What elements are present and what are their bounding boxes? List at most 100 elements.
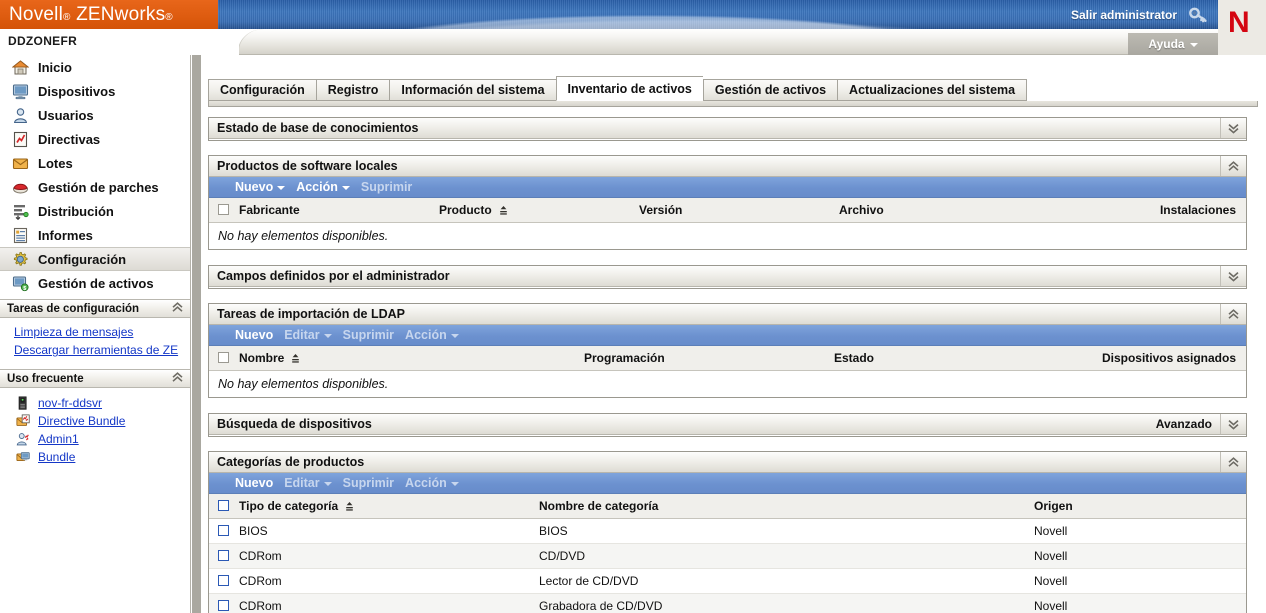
- sidebar-item-0[interactable]: Inicio: [0, 55, 190, 79]
- tab-strip-underline: [208, 101, 1258, 107]
- panel-header[interactable]: Estado de base de conocimientos: [209, 118, 1246, 139]
- sidebar-item-3[interactable]: Directivas: [0, 127, 190, 151]
- toolbar-item-suprimir[interactable]: Suprimir: [361, 180, 412, 194]
- table-row[interactable]: CDRom CD/DVD Novell: [209, 543, 1246, 569]
- panel-header[interactable]: Tareas de importación de LDAP: [209, 304, 1246, 325]
- product-categories-table: Tipo de categoría Nombre de categoría Or…: [209, 494, 1246, 613]
- brand-registered-mark-2: ®: [165, 12, 173, 23]
- panel-header[interactable]: Campos definidos por el administrador: [209, 266, 1246, 287]
- table-header-row: Fabricante Producto Versión Archivo Inst…: [209, 198, 1246, 223]
- toolbar-item-editar[interactable]: Editar: [284, 328, 332, 342]
- sort-ascending-icon: [499, 206, 507, 215]
- select-all-checkbox[interactable]: [218, 352, 229, 364]
- column-header-instalaciones[interactable]: Instalaciones: [1139, 198, 1246, 223]
- sidebar-item-6[interactable]: Distribución: [0, 199, 190, 223]
- collapse-section-icon[interactable]: [171, 371, 184, 386]
- column-header-nombre-de-categoria[interactable]: Nombre de categoría: [539, 494, 1034, 519]
- expand-panel-icon[interactable]: [1220, 414, 1246, 434]
- collapse-panel-icon[interactable]: [1220, 452, 1246, 472]
- logout-link[interactable]: Salir administrator: [1071, 8, 1177, 22]
- tab-4[interactable]: Gestión de activos: [702, 79, 838, 101]
- toolbar-item-acción[interactable]: Acción: [405, 328, 459, 342]
- frequent-use-item-0[interactable]: nov-fr-ddsvr: [0, 394, 190, 412]
- toolbar-item-acción[interactable]: Acción: [405, 476, 459, 490]
- column-header-tipo-de-categoria[interactable]: Tipo de categoría: [239, 494, 539, 519]
- collapse-panel-icon[interactable]: [1220, 304, 1246, 324]
- sidebar-item-4[interactable]: Lotes: [0, 151, 190, 175]
- column-header-archivo[interactable]: Archivo: [839, 198, 1139, 223]
- toolbar-item-suprimir[interactable]: Suprimir: [343, 476, 394, 490]
- table-row[interactable]: CDRom Lector de CD/DVD Novell: [209, 568, 1246, 594]
- sidebar-item-5[interactable]: Gestión de parches: [0, 175, 190, 199]
- sidebar-item-2[interactable]: Usuarios: [0, 103, 190, 127]
- collapse-panel-icon[interactable]: [1220, 156, 1246, 176]
- tab-0[interactable]: Configuración: [208, 79, 316, 101]
- panel-header[interactable]: Búsqueda de dispositivos Avanzado: [209, 414, 1246, 435]
- collapse-section-icon[interactable]: [171, 301, 184, 316]
- toolbar-item-label: Acción: [296, 180, 338, 194]
- chevron-down-icon: [323, 482, 332, 486]
- column-header-origen[interactable]: Origen: [1034, 494, 1246, 519]
- table-row[interactable]: BIOS BIOS Novell: [209, 518, 1246, 544]
- toolbar-item-label: Nuevo: [235, 476, 274, 490]
- row-checkbox[interactable]: [218, 575, 229, 586]
- config-task-link-1[interactable]: Descargar herramientas de ZE: [14, 341, 190, 359]
- select-all-checkbox[interactable]: [218, 500, 229, 512]
- tab-1[interactable]: Registro: [315, 79, 390, 101]
- chevron-down-icon: [341, 186, 350, 190]
- toolbar-item-label: Suprimir: [342, 328, 395, 342]
- brand-registered-mark-1: ®: [63, 12, 71, 23]
- table-row[interactable]: CDRom Grabadora de CD/DVD Novell: [209, 593, 1246, 613]
- sidebar-section-title: Uso frecuente: [7, 372, 84, 385]
- expand-panel-icon[interactable]: [1220, 118, 1246, 138]
- toolbar-item-nuevo[interactable]: Nuevo: [235, 328, 273, 342]
- column-header-nombre[interactable]: Nombre: [239, 346, 584, 371]
- row-checkbox[interactable]: [218, 550, 229, 561]
- row-checkbox[interactable]: [218, 525, 229, 536]
- row-select-cell: [209, 518, 239, 544]
- sidebar-item-label: Usuarios: [38, 107, 94, 123]
- column-header-fabricante[interactable]: Fabricante: [239, 198, 439, 223]
- advanced-search-link[interactable]: Avanzado: [1156, 414, 1212, 435]
- frequent-use-item-3[interactable]: Bundle: [0, 448, 190, 466]
- sidebar-item-9[interactable]: $ Gestión de activos: [0, 271, 190, 295]
- frequent-use-item-2[interactable]: Admin1: [0, 430, 190, 448]
- sidebar-splitter[interactable]: [192, 55, 201, 613]
- policy-bundle-icon: [16, 413, 30, 426]
- chevron-double-up-icon: [1228, 160, 1239, 171]
- column-header-producto[interactable]: Producto: [439, 198, 639, 223]
- config-task-link-0[interactable]: Limpieza de mensajes: [14, 323, 190, 341]
- sidebar-item-7[interactable]: Informes: [0, 223, 190, 247]
- frequent-use-item-1[interactable]: Directive Bundle: [0, 412, 190, 430]
- toolbar-item-acción[interactable]: Acción: [296, 180, 350, 194]
- toolbar-item-suprimir[interactable]: Suprimir: [343, 328, 394, 342]
- column-header-dispositivos-asignados[interactable]: Dispositivos asignados: [1084, 346, 1246, 371]
- sidebar-nav: Inicio Dispositivos Usuarios Directivas …: [0, 55, 190, 295]
- toolbar-item-editar[interactable]: Editar: [284, 476, 332, 490]
- column-label: Programación: [584, 350, 665, 365]
- column-label: Nombre: [239, 350, 285, 365]
- key-icon[interactable]: [1189, 7, 1208, 23]
- local-software-table: Fabricante Producto Versión Archivo Inst…: [209, 198, 1246, 223]
- column-header-programacion[interactable]: Programación: [584, 346, 834, 371]
- tab-2[interactable]: Información del sistema: [389, 79, 556, 101]
- help-button[interactable]: Ayuda: [1128, 33, 1218, 55]
- tab-5[interactable]: Actualizaciones del sistema: [837, 79, 1028, 101]
- chevron-down-icon: [323, 334, 332, 338]
- sidebar-item-1[interactable]: Dispositivos: [0, 79, 190, 103]
- tab-3[interactable]: Inventario de activos: [555, 76, 703, 101]
- column-header-estado[interactable]: Estado: [834, 346, 1084, 371]
- sidebar-item-label: Configuración: [38, 251, 127, 267]
- toolbar-item-nuevo[interactable]: Nuevo: [235, 476, 273, 490]
- chevron-double-up-icon: [172, 371, 183, 382]
- expand-panel-icon[interactable]: [1220, 266, 1246, 286]
- sidebar-section-title: Tareas de configuración: [7, 302, 140, 315]
- column-label: Dispositivos asignados: [1101, 350, 1236, 365]
- sidebar-item-8[interactable]: Configuración: [0, 247, 190, 271]
- toolbar-item-nuevo[interactable]: Nuevo: [235, 180, 286, 194]
- panel-header[interactable]: Productos de software locales: [209, 156, 1246, 177]
- column-header-version[interactable]: Versión: [639, 198, 839, 223]
- row-checkbox[interactable]: [218, 600, 229, 611]
- select-all-checkbox[interactable]: [218, 204, 229, 216]
- panel-header[interactable]: Categorías de productos: [209, 452, 1246, 473]
